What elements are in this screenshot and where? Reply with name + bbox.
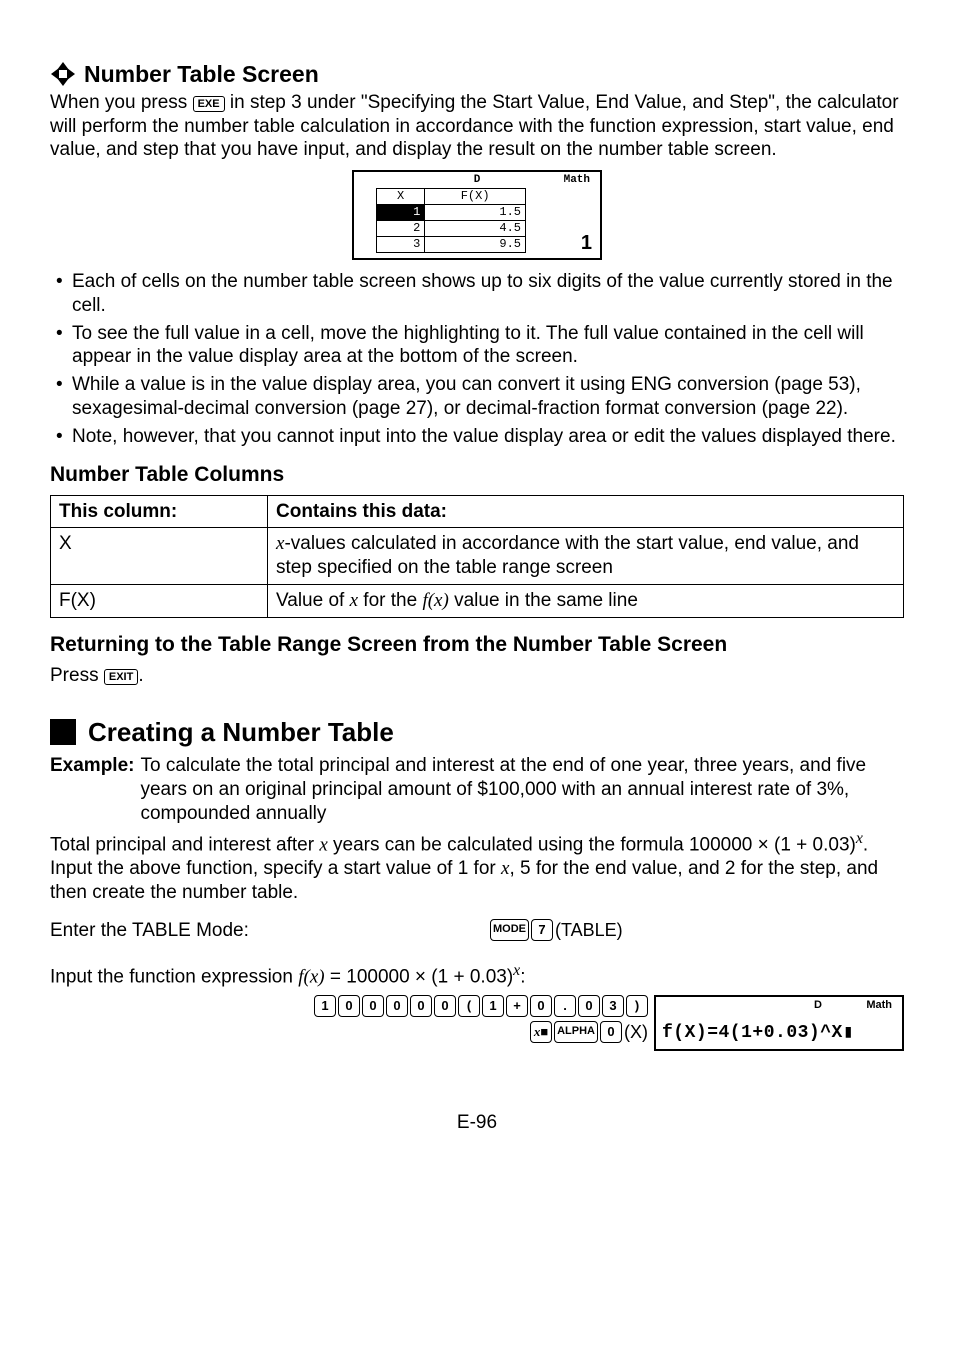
status-math: Math (564, 174, 590, 188)
returning-body: Press EXIT. (50, 664, 904, 688)
example-label: Example: (50, 754, 140, 825)
step2-c: : (520, 966, 525, 987)
step2-fx: f(x) (298, 966, 324, 987)
columns-r1c1: X (51, 528, 268, 585)
columns-th1: This column: (51, 495, 268, 528)
key-3: 3 (602, 995, 624, 1017)
mini-table-r1-fx: 1.5 (425, 205, 526, 221)
screen-expression: f(X)=4(1+0.03)^X▮ (662, 1022, 854, 1045)
key-0d: 0 (410, 995, 432, 1017)
columns-th2: Contains this data: (268, 495, 904, 528)
step2-b: = 100000 × (1 + 0.03) (325, 966, 514, 987)
key-0a: 0 (338, 995, 360, 1017)
key-1: 1 (314, 995, 336, 1017)
mini-table-hdr-x: X (377, 189, 425, 205)
step2-a: Input the function expression (50, 966, 298, 987)
example-row: Example: To calculate the total principa… (50, 754, 904, 825)
status-math-2: Math (866, 999, 892, 1013)
columns-r2c2: Value of x for the f(x) value in the sam… (268, 584, 904, 617)
columns-r1c2: x-values calculated in accordance with t… (268, 528, 904, 585)
key-0b: 0 (362, 995, 384, 1017)
key-0c: 0 (386, 995, 408, 1017)
step1-label: Enter the TABLE Mode: (50, 919, 490, 943)
columns-r2c1: F(X) (51, 584, 268, 617)
x-label: (X) (624, 1021, 648, 1044)
step2-text: Input the function expression f(x) = 100… (50, 961, 904, 989)
mini-table-hdr-fx: F(X) (425, 189, 526, 205)
screen-value: 1 (581, 231, 592, 256)
key-0g: 0 (578, 995, 600, 1017)
key-alpha: ALPHA (554, 1021, 598, 1043)
bullet-list: Each of cells on the number table screen… (50, 270, 904, 448)
mini-table-r2-fx: 4.5 (425, 221, 526, 237)
table-label: (TABLE) (555, 919, 623, 942)
function-screen-figure: D Math f(X)=4(1+0.03)^X▮ (654, 995, 904, 1051)
nav-diamond-icon (50, 61, 76, 87)
formula-x: x (319, 835, 327, 856)
example-body: To calculate the total principal and int… (140, 754, 904, 825)
returning-b: . (138, 665, 143, 686)
page-number: E-96 (50, 1111, 904, 1135)
columns-r2c2-a: Value of (276, 590, 350, 611)
number-table-screen-figure: D Math X F(X) 1 1.5 2 4.5 3 9.5 (352, 170, 602, 260)
heading-creating: Creating a Number Table (88, 716, 394, 749)
intro-paragraph: When you press EXE in step 3 under "Spec… (50, 91, 904, 162)
key-plus: + (506, 995, 528, 1017)
exe-key-inline: EXE (193, 96, 225, 112)
subheading-returning: Returning to the Table Range Screen from… (50, 632, 904, 658)
columns-r2c2-fx: f(x) (422, 590, 448, 611)
key-rparen: ) (626, 995, 648, 1017)
formula-paragraph: Total principal and interest after x yea… (50, 829, 904, 905)
mini-table-r3-x: 3 (377, 237, 425, 253)
bullet-4: Note, however, that you cannot input int… (50, 425, 904, 449)
mini-table-r1-x: 1 (377, 205, 425, 221)
key-0-x: 0 (600, 1021, 622, 1043)
status-d-2: D (814, 999, 822, 1013)
columns-r2c2-b: for the (358, 590, 422, 611)
mini-table-r3-fx: 9.5 (425, 237, 526, 253)
columns-r2c2-x1: x (350, 590, 358, 611)
key-0e: 0 (434, 995, 456, 1017)
section-heading-number-table-screen: Number Table Screen (84, 60, 319, 89)
key-1b: 1 (482, 995, 504, 1017)
status-d: D (474, 174, 481, 186)
mini-table: X F(X) 1 1.5 2 4.5 3 9.5 (376, 188, 526, 253)
bullet-1: Each of cells on the number table screen… (50, 270, 904, 318)
bullet-2: To see the full value in a cell, move th… (50, 322, 904, 370)
formula-sup: x (856, 830, 863, 847)
columns-table: This column: Contains this data: X x-val… (50, 495, 904, 618)
formula-a: Total principal and interest after (50, 835, 319, 856)
columns-r1c2-b: -values calculated in accordance with th… (276, 533, 859, 578)
key-0f: 0 (530, 995, 552, 1017)
exit-key-inline: EXIT (104, 669, 138, 685)
returning-a: Press (50, 665, 104, 686)
key-lparen: ( (458, 995, 480, 1017)
mode-key: MODE (490, 919, 529, 941)
block-square-icon (50, 719, 76, 745)
subheading-columns: Number Table Columns (50, 462, 904, 488)
key-xn: x■ (530, 1021, 552, 1043)
columns-r2c2-c: value in the same line (449, 590, 638, 611)
formula-b: years can be calculated using the formul… (328, 835, 856, 856)
seven-key: 7 (531, 919, 553, 941)
intro-a: When you press (50, 92, 193, 113)
key-dot: . (554, 995, 576, 1017)
bullet-3: While a value is in the value display ar… (50, 373, 904, 421)
mini-table-r2-x: 2 (377, 221, 425, 237)
